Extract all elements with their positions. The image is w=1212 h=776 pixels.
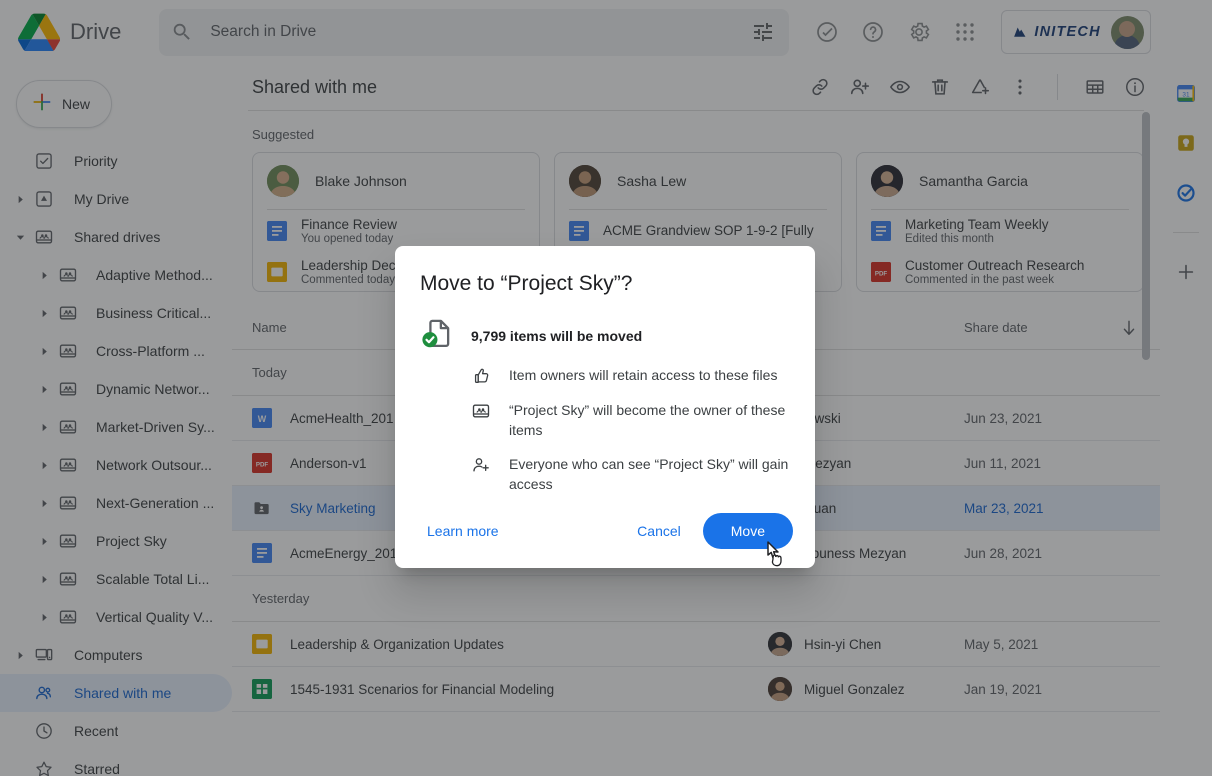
cancel-button[interactable]: Cancel (627, 515, 691, 547)
dialog-bullet-text: Everyone who can see “Project Sky” will … (509, 456, 789, 492)
learn-more-link[interactable]: Learn more (417, 515, 509, 547)
mouse-cursor (762, 540, 788, 575)
thumb-up-icon (471, 366, 491, 386)
dialog-bullet-text: Item owners will retain access to these … (509, 367, 778, 383)
add-person-icon (471, 455, 491, 475)
drive-app-window: Drive Search in Drive INITECH New Priori… (0, 0, 1212, 776)
dialog-title: Move to “Project Sky”? (420, 272, 633, 295)
dialog-bullet-list: Item owners will retain access to these … (419, 365, 791, 494)
dialog-bullet-text: “Project Sky” will become the owner of t… (509, 402, 786, 438)
shared-drive-icon (471, 401, 491, 421)
dialog-bullet: “Project Sky” will become the owner of t… (471, 400, 791, 440)
move-confirmation-dialog: Move to “Project Sky”? 9,799 items will … (395, 246, 815, 568)
dialog-actions: Learn more Cancel Move (395, 494, 815, 568)
dialog-item-count: 9,799 items will be moved (419, 316, 791, 355)
dialog-count-text: 9,799 items will be moved (471, 327, 643, 344)
file-check-icon (419, 316, 453, 355)
dialog-bullet: Everyone who can see “Project Sky” will … (471, 454, 791, 494)
dialog-bullet: Item owners will retain access to these … (471, 365, 791, 386)
